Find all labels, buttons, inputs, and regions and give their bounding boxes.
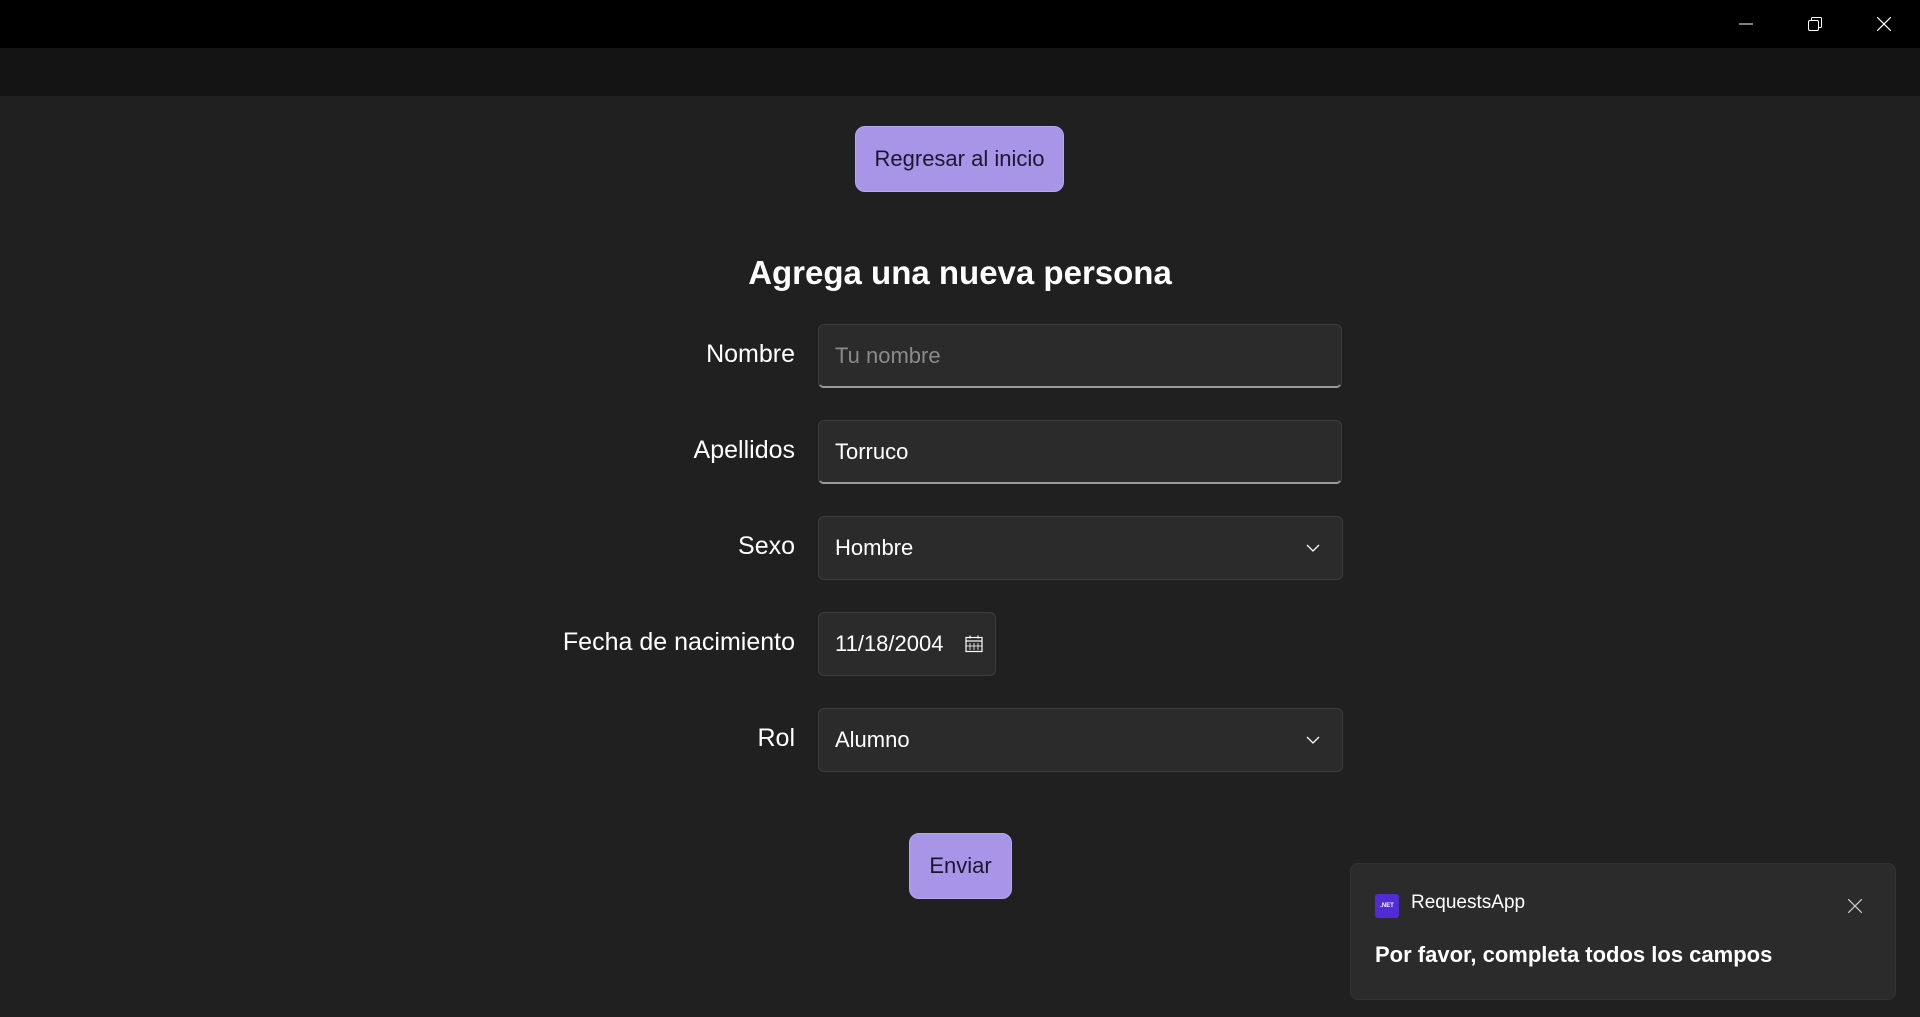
toast-app-name: RequestsApp — [1411, 892, 1526, 913]
calendar-icon[interactable] — [965, 635, 983, 653]
minimize-icon — [1739, 23, 1753, 25]
fecha-datepicker[interactable]: 11/18/2004 — [818, 612, 996, 676]
fecha-value: 11/18/2004 — [835, 631, 944, 656]
navigation-bar — [0, 48, 1920, 96]
sexo-select[interactable]: Hombre — [818, 516, 1343, 580]
toast-notification[interactable]: .NET RequestsApp Por favor, completa tod… — [1350, 863, 1896, 1000]
chevron-down-icon — [1306, 544, 1320, 552]
nombre-placeholder: Tu nombre — [835, 342, 941, 368]
close-button[interactable] — [1850, 0, 1918, 48]
nombre-label: Nombre — [706, 340, 795, 368]
restore-icon — [1808, 17, 1822, 31]
close-icon — [1877, 17, 1891, 31]
chevron-down-icon — [1306, 736, 1320, 744]
apellidos-value: Torruco — [835, 438, 909, 464]
sexo-label: Sexo — [738, 532, 795, 560]
submit-button[interactable]: Enviar — [909, 833, 1012, 899]
home-button[interactable]: Regresar al inicio — [855, 126, 1064, 192]
form-title: Agrega una nueva persona — [748, 254, 1172, 291]
rol-value: Alumno — [835, 727, 910, 752]
apellidos-input[interactable]: Torruco — [818, 420, 1342, 484]
nombre-input[interactable]: Tu nombre — [818, 324, 1342, 388]
fecha-label: Fecha de nacimiento — [562, 628, 795, 656]
restore-button[interactable] — [1781, 0, 1849, 48]
title-bar — [0, 0, 1920, 48]
close-icon — [1848, 899, 1862, 913]
rol-select[interactable]: Alumno — [818, 708, 1343, 772]
dotnet-logo-icon: .NET — [1375, 894, 1399, 918]
minimize-button[interactable] — [1712, 0, 1780, 48]
apellidos-label: Apellidos — [693, 436, 795, 464]
sexo-value: Hombre — [835, 535, 914, 560]
rol-label: Rol — [757, 724, 795, 752]
toast-close-button[interactable] — [1841, 892, 1869, 920]
toast-message: Por favor, completa todos los campos — [1375, 942, 1773, 967]
